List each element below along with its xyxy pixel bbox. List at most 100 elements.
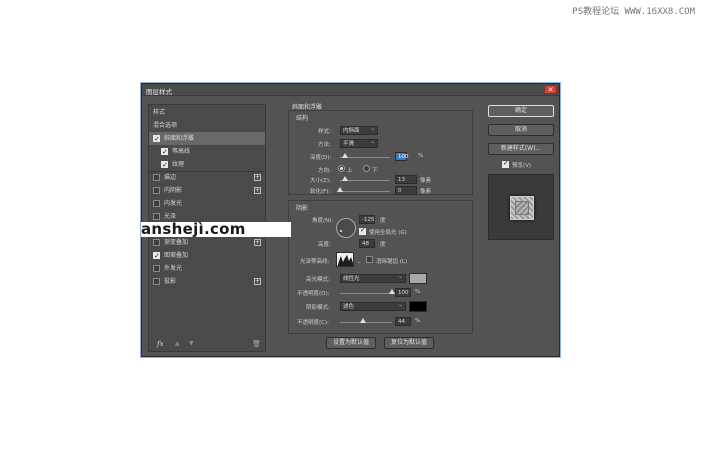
gloss-contour-label: 光泽等高线: xyxy=(300,259,330,265)
style-item-checkbox[interactable] xyxy=(153,278,160,285)
new-style-button[interactable]: 新建样式(W)... xyxy=(488,143,554,155)
angle-dial[interactable] xyxy=(336,218,356,238)
highlight-opacity-label: 不透明度(O): xyxy=(297,291,330,297)
style-item[interactable]: 外发光 xyxy=(149,262,265,275)
shadow-opacity-label: 不透明度(C): xyxy=(297,320,329,326)
style-item[interactable]: 纹理 xyxy=(149,158,265,172)
fx-icon[interactable]: fx xyxy=(157,340,164,348)
highlight-mode-select[interactable]: 线性光 xyxy=(340,273,406,283)
style-item-checkbox[interactable] xyxy=(153,200,160,207)
move-down-icon[interactable]: ▼ xyxy=(189,340,194,347)
highlight-opacity-input[interactable]: 100 xyxy=(395,288,411,297)
close-icon[interactable]: ✕ xyxy=(544,85,557,94)
altitude-unit: 度 xyxy=(380,242,386,248)
soften-label: 软化(F): xyxy=(310,189,331,195)
angle-label: 角度(N): xyxy=(312,218,334,224)
style-item-checkbox[interactable] xyxy=(153,239,160,246)
size-label: 大小(Z): xyxy=(310,178,331,184)
direction-up-radio[interactable] xyxy=(338,165,345,172)
dialog-title: 图层样式 xyxy=(146,88,172,96)
style-item-checkbox[interactable] xyxy=(153,265,160,272)
altitude-input[interactable]: 48 xyxy=(359,239,375,248)
global-light-checkbox[interactable] xyxy=(359,226,366,235)
depth-slider-thumb[interactable] xyxy=(342,153,348,158)
style-item-checkbox[interactable] xyxy=(153,174,160,181)
style-item-label: 投影 xyxy=(164,278,177,285)
title-bar: 图层样式 ✕ xyxy=(142,84,559,96)
depth-input[interactable]: 100 xyxy=(395,152,409,161)
style-item-label: 纹理 xyxy=(172,161,185,168)
style-item-checkbox[interactable] xyxy=(153,133,160,146)
angle-input[interactable]: -125 xyxy=(359,215,375,224)
angle-unit: 度 xyxy=(380,218,386,224)
style-item-label: 内发光 xyxy=(164,200,183,207)
altitude-label: 高度: xyxy=(318,242,331,248)
direction-down-radio[interactable] xyxy=(363,165,370,172)
preview-checkbox[interactable] xyxy=(502,159,509,168)
gloss-contour-picker[interactable] xyxy=(336,252,354,267)
shadow-color-swatch[interactable] xyxy=(409,301,427,312)
style-item-checkbox[interactable] xyxy=(161,146,168,159)
highlight-color-swatch[interactable] xyxy=(409,273,427,284)
style-item-checkbox[interactable] xyxy=(161,159,168,172)
highlight-opacity-track[interactable] xyxy=(340,293,392,294)
soften-input[interactable]: 0 xyxy=(395,186,417,195)
add-effect-icon[interactable]: + xyxy=(254,239,261,246)
style-label: 样式: xyxy=(318,129,331,135)
soften-slider-track[interactable] xyxy=(340,191,390,192)
global-light-label: 使用全局光 (G) xyxy=(369,230,407,236)
site-watermark: PS教程论坛 WWW.16XX8.COM xyxy=(572,7,695,17)
style-item-label: 等高线 xyxy=(172,148,191,155)
structure-title: 结构 xyxy=(296,115,309,122)
style-item-label: 斜面和浮雕 xyxy=(164,135,195,142)
shadow-opacity-track[interactable] xyxy=(340,322,392,323)
make-default-button[interactable]: 设置为默认值 xyxy=(326,337,376,349)
style-item[interactable]: 混合选项 xyxy=(149,119,265,132)
style-item-checkbox[interactable] xyxy=(153,213,160,220)
contour-curve-icon xyxy=(337,255,353,266)
size-input[interactable]: 13 xyxy=(395,175,417,184)
style-item-checkbox[interactable] xyxy=(153,250,160,263)
add-effect-icon[interactable]: + xyxy=(254,187,261,194)
style-item[interactable]: 投影 + xyxy=(149,275,265,288)
anti-alias-label: 消除锯齿 (L) xyxy=(376,259,408,265)
style-select[interactable]: 内斜面 xyxy=(340,125,378,135)
style-item[interactable]: 内发光 xyxy=(149,197,265,210)
technique-label: 方法: xyxy=(318,142,331,148)
add-effect-icon[interactable]: + xyxy=(254,278,261,285)
shadow-mode-select[interactable]: 滤色 xyxy=(340,301,406,311)
style-item[interactable]: 图案叠加 xyxy=(149,249,265,263)
move-up-icon[interactable]: ▲ xyxy=(175,340,180,347)
shadow-mode-label: 阴影模式: xyxy=(306,305,330,311)
style-item[interactable]: 内阴影 + xyxy=(149,184,265,197)
anti-alias-checkbox[interactable] xyxy=(366,256,373,263)
direction-down-label: 下 xyxy=(372,168,378,174)
shadow-opacity-input[interactable]: 44 xyxy=(395,317,411,326)
style-item[interactable]: 等高线 xyxy=(149,145,265,159)
style-item[interactable]: 斜面和浮雕 xyxy=(149,132,265,146)
technique-select[interactable]: 平滑 xyxy=(340,138,378,148)
contour-dropdown-icon[interactable]: ⌄ xyxy=(357,259,362,265)
reset-default-button[interactable]: 复位为默认值 xyxy=(384,337,434,349)
highlight-mode-label: 高光模式: xyxy=(306,277,330,283)
depth-label: 深度(D): xyxy=(310,155,332,161)
shadow-opacity-thumb[interactable] xyxy=(359,318,366,323)
style-item-checkbox[interactable] xyxy=(153,187,160,194)
style-item-label: 样式 xyxy=(153,109,166,116)
highlight-opacity-unit: % xyxy=(415,289,421,295)
soften-unit: 像素 xyxy=(420,189,432,195)
cancel-button[interactable]: 取消 xyxy=(488,124,554,136)
ok-button[interactable]: 确定 xyxy=(488,105,554,117)
style-preview xyxy=(488,174,554,240)
direction-label: 方向: xyxy=(318,168,331,174)
style-item[interactable]: 样式 xyxy=(149,106,265,119)
style-item[interactable]: 描边 + xyxy=(149,171,265,184)
add-effect-icon[interactable]: + xyxy=(254,174,261,181)
soften-slider-thumb[interactable] xyxy=(337,187,343,192)
preview-thumbnail xyxy=(510,196,534,220)
trash-icon[interactable]: 🗑 xyxy=(252,340,261,348)
size-slider-thumb[interactable] xyxy=(342,176,348,181)
direction-up-label: 上 xyxy=(347,168,353,174)
shadow-opacity-unit: % xyxy=(415,318,421,324)
style-item-label: 混合选项 xyxy=(153,122,178,129)
